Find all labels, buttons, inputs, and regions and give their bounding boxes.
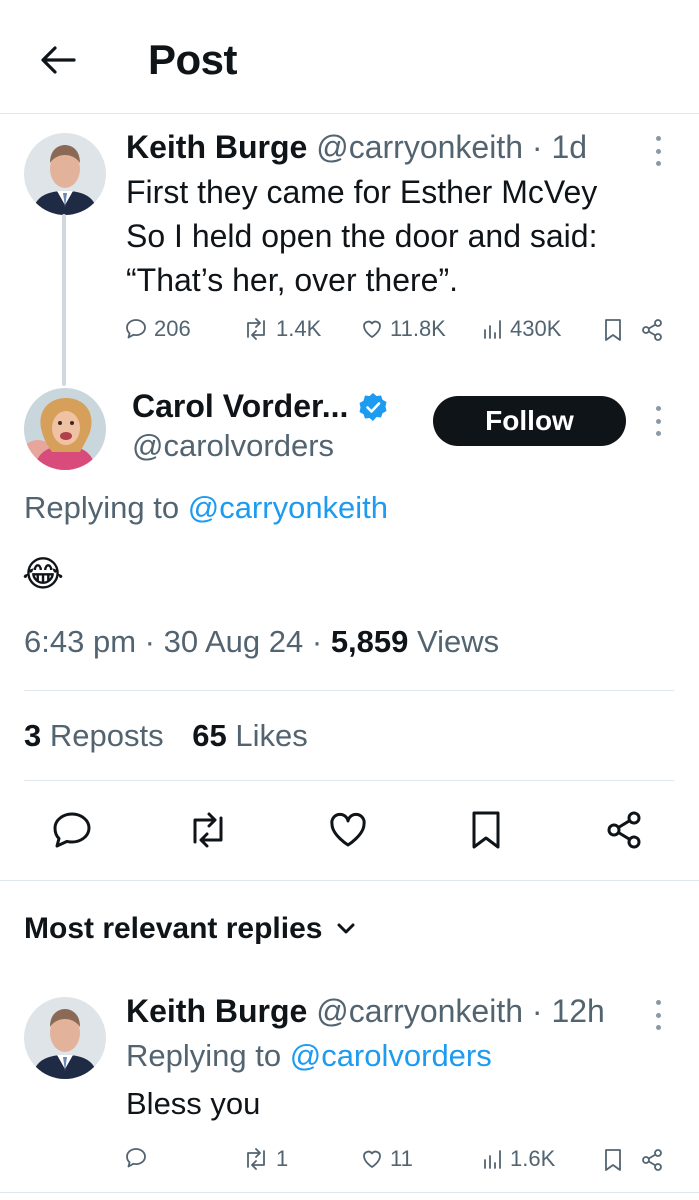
parent-tweet-header: Keith Burge @carryonkeith · 1d xyxy=(126,128,587,166)
views-icon xyxy=(484,1150,501,1169)
replies-sort-toggle[interactable]: Most relevant replies xyxy=(24,912,356,946)
bookmark-icon xyxy=(605,319,621,341)
more-dots-icon[interactable] xyxy=(654,1000,662,1030)
follow-button[interactable]: Follow xyxy=(433,396,626,446)
like-icon xyxy=(363,320,381,338)
views-action[interactable]: 430K xyxy=(482,316,561,342)
bookmark-action[interactable] xyxy=(603,1148,623,1172)
main-author-row: Carol Vorder... xyxy=(132,388,388,425)
author-name[interactable]: Keith Burge xyxy=(126,129,307,165)
views-icon xyxy=(484,320,501,339)
reply-action[interactable] xyxy=(124,1146,148,1170)
author-name[interactable]: Keith Burge xyxy=(126,993,307,1029)
like-action[interactable]: 11.8K xyxy=(360,316,446,342)
repost-icon xyxy=(247,1148,265,1170)
avatar-keith[interactable] xyxy=(24,997,106,1079)
views-label: Views xyxy=(417,624,500,659)
separator: · xyxy=(311,624,323,659)
replying-prefix: Replying to xyxy=(126,1038,282,1073)
reply-tweet-header: Keith Burge @carryonkeith · 12h xyxy=(126,992,605,1030)
reposts-stat[interactable]: 3 Reposts xyxy=(24,718,172,753)
replying-prefix: Replying to xyxy=(24,490,180,525)
repost-button[interactable] xyxy=(178,800,238,860)
bookmark-icon xyxy=(605,1149,621,1171)
share-icon xyxy=(607,811,641,849)
back-button[interactable] xyxy=(36,38,80,82)
reply-replying-to: Replying to @carolvorders xyxy=(126,1038,492,1074)
section-divider xyxy=(0,880,699,881)
more-dots-icon[interactable] xyxy=(654,406,662,436)
verified-badge-icon xyxy=(359,392,387,421)
replies-section-title: Most relevant replies xyxy=(24,912,323,945)
replying-to-handle[interactable]: @carolvorders xyxy=(290,1038,492,1073)
tweet-time[interactable]: · 1d xyxy=(532,129,587,165)
reposts-count: 3 xyxy=(24,718,42,753)
likes-label: Likes xyxy=(235,718,308,753)
avatar-keith[interactable] xyxy=(24,133,106,215)
repost-count: 1 xyxy=(276,1146,289,1171)
likes-stat[interactable]: 65 Likes xyxy=(192,718,307,753)
repost-count: 1.4K xyxy=(276,316,322,341)
views-action[interactable]: 1.6K xyxy=(482,1146,555,1172)
like-action[interactable]: 11 xyxy=(360,1146,413,1172)
bookmark-icon xyxy=(472,811,500,849)
back-arrow-icon xyxy=(41,46,76,74)
repost-action[interactable]: 1.4K xyxy=(242,316,321,342)
post-date: 30 Aug 24 xyxy=(163,624,304,659)
reply-count: 206 xyxy=(154,316,191,341)
share-icon xyxy=(642,319,662,341)
tweet-line: So I held open the door and said: xyxy=(126,218,598,254)
separator: · xyxy=(144,624,155,659)
more-dots-icon[interactable] xyxy=(654,136,662,166)
bookmark-button[interactable] xyxy=(456,800,516,860)
repost-icon xyxy=(247,318,265,340)
author-name[interactable]: Carol Vorder... xyxy=(132,388,348,425)
reply-icon xyxy=(53,812,91,848)
parent-tweet-text: First they came for Esther McVey So I he… xyxy=(126,170,666,302)
tweet-time[interactable]: · 12h xyxy=(532,993,605,1029)
divider xyxy=(24,780,674,781)
author-handle[interactable]: @carryonkeith xyxy=(316,129,523,165)
reposts-label: Reposts xyxy=(49,718,164,753)
thread-line xyxy=(62,214,66,386)
like-icon xyxy=(330,812,366,847)
divider xyxy=(24,690,674,691)
author-handle[interactable]: @carryonkeith xyxy=(316,993,523,1029)
reply-tweet-text: Bless you xyxy=(126,1086,261,1121)
tweet-meta: 6:43 pm · 30 Aug 24 · 5,859 Views xyxy=(24,624,499,660)
like-icon xyxy=(363,1150,381,1168)
share-button[interactable] xyxy=(594,800,654,860)
repost-action[interactable]: 1 xyxy=(242,1146,288,1172)
views-count: 1.6K xyxy=(510,1146,556,1171)
share-icon xyxy=(642,1149,662,1171)
bottom-divider xyxy=(0,1192,699,1193)
like-count: 11 xyxy=(390,1146,413,1171)
bookmark-action[interactable] xyxy=(603,318,623,342)
chevron-down-icon xyxy=(337,923,355,934)
reply-icon xyxy=(126,319,146,339)
replying-to-line: Replying to @carryonkeith xyxy=(24,490,388,526)
post-time: 6:43 pm xyxy=(24,624,137,659)
author-handle[interactable]: @carolvorders xyxy=(132,428,334,464)
repost-icon xyxy=(193,812,223,848)
likes-count: 65 xyxy=(192,718,227,753)
share-action[interactable] xyxy=(640,1148,664,1172)
tweet-line: First they came for Esther McVey xyxy=(126,174,598,210)
engagement-stats: 3 Reposts 65 Likes xyxy=(24,718,308,754)
tweet-line: “That’s her, over there”. xyxy=(126,262,458,298)
avatar-carol[interactable] xyxy=(24,388,106,470)
page-title: Post xyxy=(148,36,238,83)
reply-icon xyxy=(126,1148,146,1168)
top-bar xyxy=(0,0,699,114)
like-button[interactable] xyxy=(318,800,378,860)
views-count: 5,859 xyxy=(330,624,409,659)
replying-to-handle[interactable]: @carryonkeith xyxy=(188,490,388,525)
emoji-laughing: 😂 xyxy=(22,553,65,594)
share-action[interactable] xyxy=(640,318,664,342)
like-count: 11.8K xyxy=(390,316,446,341)
reply-button[interactable] xyxy=(42,800,102,860)
reply-action[interactable]: 206 xyxy=(124,316,191,342)
views-count: 430K xyxy=(510,316,562,341)
